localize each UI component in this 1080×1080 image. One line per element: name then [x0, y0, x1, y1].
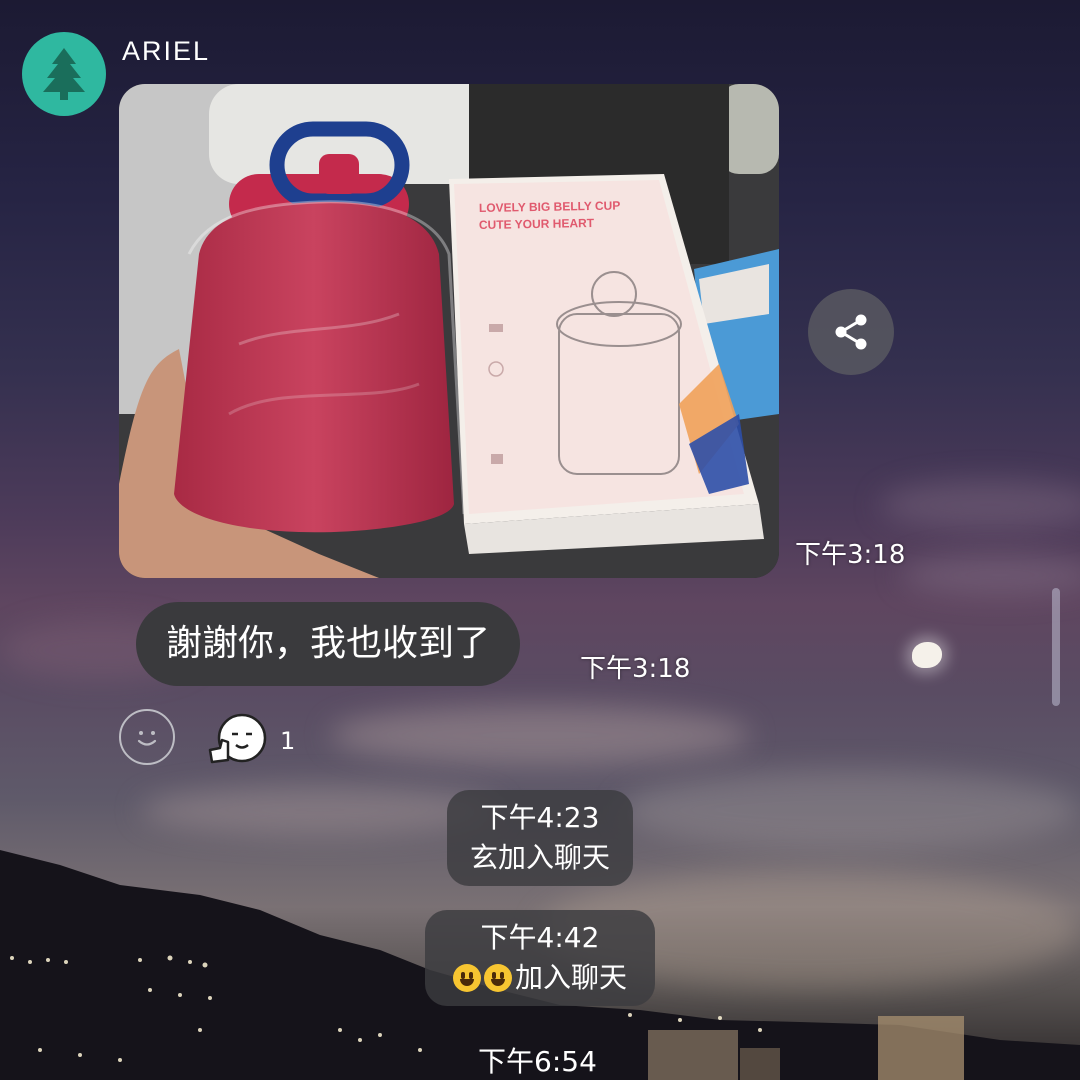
photo-message[interactable]: LOVELY BIG BELLY CUP CUTE YOUR HEART: [119, 84, 779, 578]
notice-time: 下午4:42: [480, 921, 600, 954]
notice-line: 加入聊天: [452, 958, 627, 998]
share-icon: [835, 314, 867, 350]
background-cloud: [330, 705, 750, 765]
grinning-face-icon: [452, 964, 481, 992]
thumbs-up-sticker-icon: [208, 713, 267, 764]
background-cloud: [140, 785, 500, 835]
sender-name: ARIEL: [122, 36, 211, 66]
smiley-outline-icon: [137, 731, 157, 746]
system-notice: 下午4:42 加入聊天: [425, 910, 655, 1006]
sender-avatar[interactable]: [22, 32, 106, 116]
notice-time: 下午6:54: [478, 1045, 597, 1078]
notice-text: 加入聊天: [514, 961, 627, 994]
background-cloud: [880, 480, 1080, 530]
grinning-face-icon: [483, 964, 512, 992]
reaction-count: 1: [280, 727, 296, 755]
background-cloud: [620, 770, 1080, 850]
reaction-sticker[interactable]: [206, 712, 268, 768]
notice-time: 下午4:23: [480, 801, 600, 834]
tree-icon: [43, 48, 85, 100]
share-button[interactable]: [808, 289, 894, 375]
text-message-timestamp: 下午3:18: [580, 654, 691, 684]
box-text-line1: LOVELY BIG BELLY CUP: [479, 199, 621, 215]
scrollbar[interactable]: [1052, 588, 1060, 706]
text-message-bubble[interactable]: 謝謝你，我也收到了: [136, 602, 521, 686]
box-text-line2: CUTE YOUR HEART: [479, 216, 595, 232]
photo-timestamp: 下午3:18: [795, 540, 906, 570]
system-notice: 下午4:23 玄加入聊天: [447, 790, 633, 886]
notice-text: 玄加入聊天: [469, 841, 610, 874]
moon: [912, 642, 942, 668]
photo-image: LOVELY BIG BELLY CUP CUTE YOUR HEART: [119, 84, 779, 578]
add-reaction-button[interactable]: [119, 709, 175, 765]
chat-screen: ARIEL LOVELY BIG BELLY CUP CUTE YOUR HEA…: [0, 0, 1080, 1080]
